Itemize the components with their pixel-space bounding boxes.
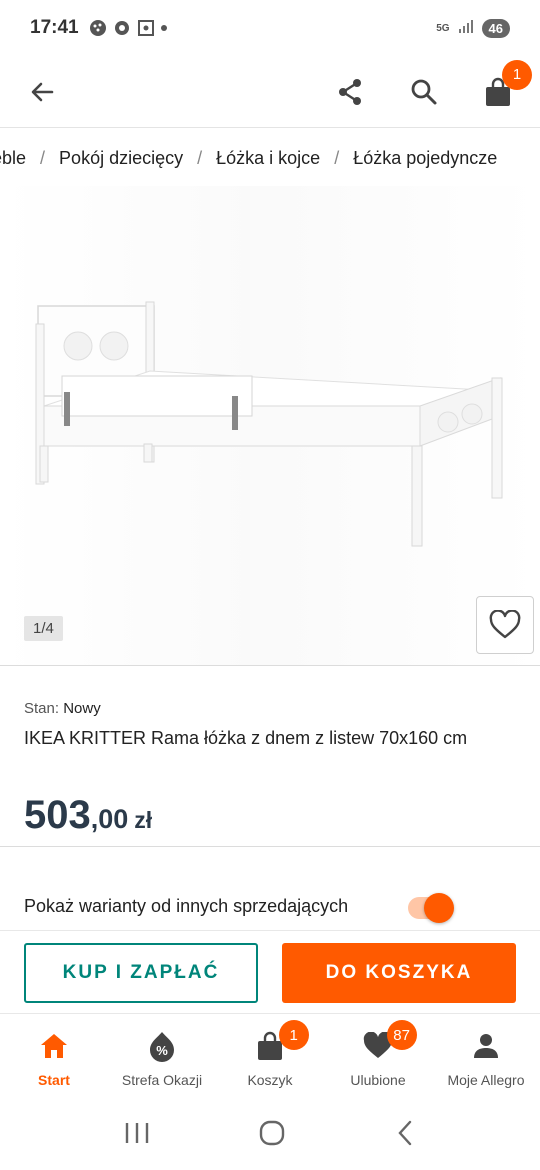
toggle-knob bbox=[424, 893, 454, 923]
price-currency: zł bbox=[134, 807, 153, 833]
more-notifications-dot bbox=[160, 25, 167, 31]
back-button[interactable] bbox=[24, 74, 60, 110]
percent-tag-icon: % bbox=[146, 1030, 178, 1062]
breadcrumb-separator: / bbox=[40, 147, 46, 168]
breadcrumb-item[interactable]: eble bbox=[0, 148, 26, 169]
cart-badge: 1 bbox=[278, 1020, 309, 1050]
nav-item-deals[interactable]: % Strefa Okazji bbox=[108, 1016, 216, 1100]
nav-label: Start bbox=[38, 1072, 70, 1088]
product-title: IKEA KRITTER Rama łóżka z dnem z listew … bbox=[24, 728, 468, 748]
notification-icon bbox=[89, 19, 107, 37]
product-condition: Stan: Nowy bbox=[24, 700, 101, 717]
battery-indicator: 46 bbox=[481, 18, 510, 38]
breadcrumb-item[interactable]: Łóżka i kojce bbox=[216, 148, 320, 169]
user-icon bbox=[470, 1030, 502, 1062]
status-time: 17:41 bbox=[30, 17, 79, 38]
heart-outline-icon bbox=[489, 610, 521, 639]
product-price: 503,00 zł bbox=[24, 793, 152, 838]
system-back-button[interactable] bbox=[394, 1119, 416, 1152]
cart-count-badge: 1 bbox=[502, 59, 532, 90]
status-notification-icons bbox=[89, 19, 167, 37]
variants-toggle[interactable] bbox=[408, 893, 454, 923]
add-to-cart-button[interactable]: DO KOSZYKA bbox=[282, 943, 516, 1003]
breadcrumb-separator: / bbox=[197, 147, 203, 168]
action-bar: KUP I ZAPŁAĆ DO KOSZYKA bbox=[0, 930, 540, 1014]
signal-icon bbox=[458, 18, 474, 39]
variants-label: Pokaż warianty od innych sprzedających bbox=[24, 896, 349, 916]
price-main: 503 bbox=[24, 793, 91, 837]
status-bar: 17:41 5G 46 bbox=[0, 0, 540, 56]
nav-label: Ulubione bbox=[350, 1072, 406, 1088]
breadcrumb: eble / Pokój dziecięcy / Łóżka i kojce /… bbox=[0, 130, 540, 186]
breadcrumb-separator: / bbox=[334, 147, 340, 168]
favorites-badge: 87 bbox=[386, 1020, 417, 1050]
add-to-favorites-button[interactable] bbox=[476, 596, 534, 654]
arrow-left-icon bbox=[31, 82, 54, 101]
chevron-left-icon bbox=[398, 1120, 412, 1145]
product-gallery[interactable]: 1/4 bbox=[0, 186, 540, 666]
share-button[interactable] bbox=[332, 74, 368, 110]
status-system-icons: 5G 46 bbox=[436, 18, 510, 39]
condition-label: Stan: bbox=[24, 700, 60, 717]
product-image-bed bbox=[35, 301, 503, 547]
nav-item-cart[interactable]: 1 Koszyk bbox=[216, 1016, 324, 1100]
recents-icon bbox=[125, 1122, 149, 1143]
buy-now-button[interactable]: KUP I ZAPŁAĆ bbox=[24, 943, 258, 1003]
nav-label: Strefa Okazji bbox=[121, 1072, 203, 1088]
nav-item-favorites[interactable]: 87 Ulubione bbox=[324, 1016, 432, 1100]
bottom-navigation: Start % Strefa Okazji 1 Koszyk 87 Ulubio… bbox=[0, 1016, 540, 1100]
breadcrumb-item[interactable]: Łóżka pojedyncze bbox=[353, 148, 497, 169]
image-counter: 1/4 bbox=[24, 616, 63, 641]
home-button[interactable] bbox=[258, 1119, 286, 1152]
system-navigation bbox=[0, 1100, 540, 1170]
condition-value: Nowy bbox=[63, 700, 101, 717]
nav-item-start[interactable]: Start bbox=[0, 1016, 108, 1100]
nav-label: Koszyk bbox=[247, 1072, 293, 1088]
share-icon bbox=[339, 78, 361, 105]
cart-button[interactable]: 1 bbox=[480, 59, 532, 110]
home-circle-icon bbox=[259, 1120, 285, 1145]
divider bbox=[0, 846, 540, 847]
svg-text:%: % bbox=[156, 1043, 168, 1058]
nav-item-my-allegro[interactable]: Moje Allegro bbox=[432, 1016, 540, 1100]
home-icon bbox=[38, 1030, 70, 1062]
recent-apps-button[interactable] bbox=[124, 1121, 150, 1150]
top-app-bar: 1 bbox=[0, 56, 540, 128]
screenshot-icon bbox=[137, 19, 155, 37]
network-type: 5G bbox=[436, 22, 450, 34]
search-icon bbox=[411, 79, 437, 104]
gear-icon bbox=[113, 19, 131, 37]
search-button[interactable] bbox=[406, 74, 442, 110]
price-fraction: ,00 bbox=[90, 804, 129, 834]
nav-label: Moje Allegro bbox=[447, 1072, 525, 1088]
breadcrumb-item[interactable]: Pokój dziecięcy bbox=[59, 148, 183, 169]
